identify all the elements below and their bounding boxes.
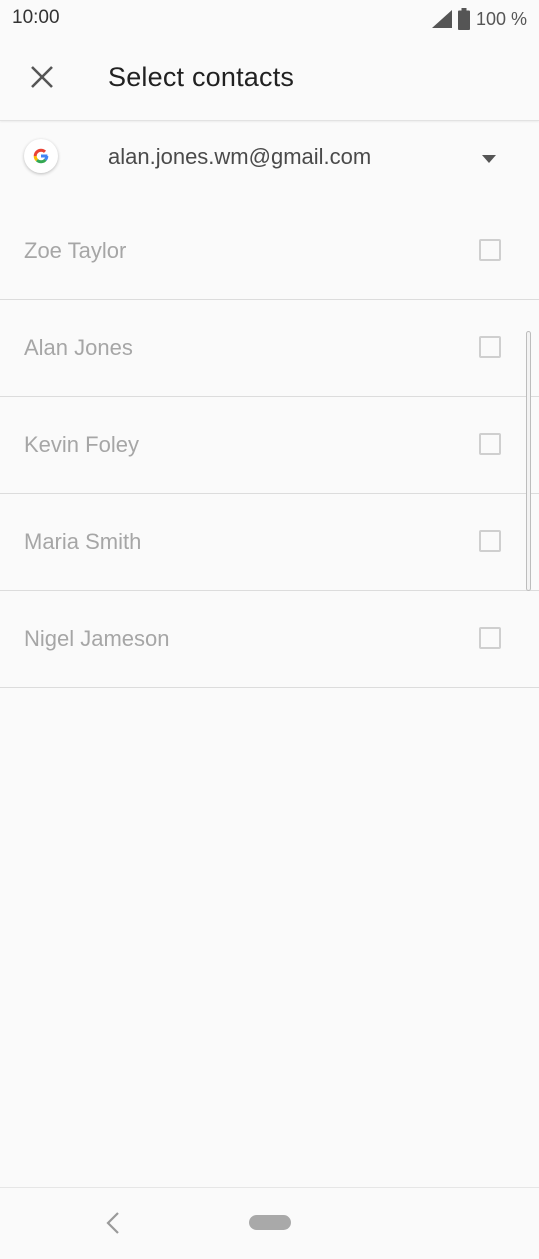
contact-name: Nigel Jameson: [24, 626, 170, 651]
contact-row[interactable]: Kevin Foley: [0, 397, 539, 494]
close-button[interactable]: [18, 55, 66, 103]
contact-checkbox[interactable]: [479, 433, 501, 455]
status-bar: 10:00 100 %: [0, 0, 539, 38]
back-button[interactable]: [98, 1208, 128, 1238]
status-time: 10:00: [12, 7, 60, 28]
contact-checkbox[interactable]: [479, 627, 501, 649]
navigation-bar: [0, 1187, 539, 1259]
signal-icon: [431, 10, 452, 28]
back-icon: [98, 1212, 128, 1242]
scrollbar[interactable]: [526, 331, 531, 591]
battery-icon: [457, 8, 470, 30]
contact-row[interactable]: Zoe Taylor: [0, 203, 539, 300]
google-logo-icon: [24, 139, 58, 173]
close-icon: [31, 65, 53, 93]
status-icons: 100 %: [431, 6, 527, 32]
page-title: Select contacts: [108, 62, 295, 92]
contact-name: Alan Jones: [24, 335, 133, 360]
contact-checkbox[interactable]: [479, 239, 501, 261]
contact-row[interactable]: Nigel Jameson: [0, 591, 539, 688]
account-email: alan.jones.wm@gmail.com: [108, 144, 372, 169]
battery-percentage: 100 %: [475, 8, 527, 29]
home-pill-icon[interactable]: [249, 1215, 291, 1230]
contact-list: Zoe Taylor Alan Jones Kevin Foley Maria …: [0, 203, 539, 688]
contact-checkbox[interactable]: [479, 530, 501, 552]
app-bar: Select contacts: [0, 38, 539, 121]
contact-checkbox[interactable]: [479, 336, 501, 358]
contact-row[interactable]: Alan Jones: [0, 300, 539, 397]
contact-name: Kevin Foley: [24, 432, 139, 457]
contact-name: Zoe Taylor: [24, 238, 127, 263]
contact-row[interactable]: Maria Smith: [0, 494, 539, 591]
dropdown-arrow-icon[interactable]: [480, 151, 498, 169]
account-selector[interactable]: alan.jones.wm@gmail.com: [0, 121, 539, 193]
contact-name: Maria Smith: [24, 529, 142, 554]
